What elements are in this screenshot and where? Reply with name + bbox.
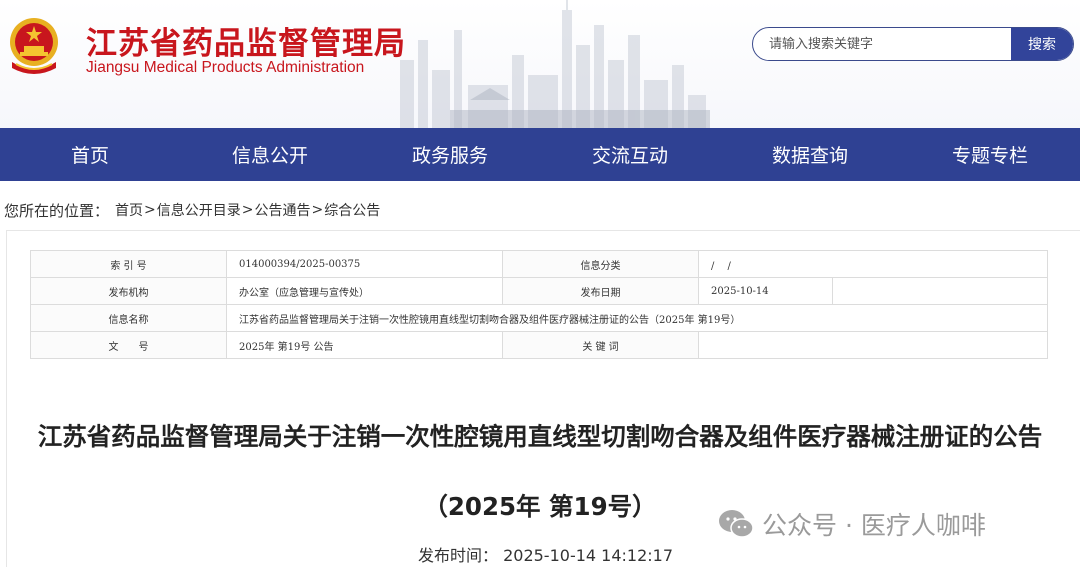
docno-label: 文 号 [30,331,227,359]
city-skyline-graphic [400,0,710,128]
wechat-icon [719,510,754,538]
keyword-value [697,331,1049,359]
search-button[interactable]: 搜索 [1011,28,1073,60]
breadcrumb-item-info-catalog[interactable]: 信息公开目录 [157,200,241,220]
breadcrumb-separator: > [144,202,156,218]
watermark-text: 公众号 · 医疗人咖啡 [762,511,986,540]
breadcrumb-item-general-notices[interactable]: 综合公告 [324,200,380,220]
table-row: 信息名称 江苏省药品监督管理局关于注销一次性腔镜用直线型切割吻合器及组件医疗器械… [30,304,1049,332]
site-title-english: Jiangsu Medical Products Administration [86,59,365,76]
table-row: 文 号 2025年 第19号 公告 关 键 词 [30,331,1049,359]
breadcrumb-item-announcements[interactable]: 公告通告 [254,200,310,220]
publisher-label: 发布机构 [30,277,227,305]
site-header: 江苏省药品监督管理局 Jiangsu Medical Products Admi… [0,0,1080,128]
nav-item-data-query[interactable]: 数据查询 [720,128,900,181]
table-row: 索 引 号 014000394/2025-00375 信息分类 / / [30,250,1049,278]
search-input[interactable] [753,28,1011,60]
breadcrumb-separator: > [311,202,324,218]
document-metadata-table: 索 引 号 014000394/2025-00375 信息分类 / / 发布机构… [30,250,1049,359]
keyword-label: 关 键 词 [502,331,699,359]
publish-time: 发布时间： 2025-10-14 14:12:17 [418,546,674,565]
category-label: 信息分类 [502,250,699,278]
site-title-chinese: 江苏省药品监督管理局 [86,26,406,62]
docno-value: 2025年 第19号 公告 [226,331,503,359]
article-title: 江苏省药品监督管理局关于注销一次性腔镜用直线型切割吻合器及组件医疗器械注册证的公… [37,422,1043,451]
empty-cell [831,277,1049,305]
main-nav: 首页 信息公开 政务服务 交流互动 数据查询 专题专栏 [0,128,1080,181]
nav-item-home[interactable]: 首页 [0,128,180,181]
nav-item-info-disclosure[interactable]: 信息公开 [180,128,360,181]
nav-item-interaction[interactable]: 交流互动 [540,128,720,181]
search-box: 搜索 [752,27,1074,61]
nav-item-government-services[interactable]: 政务服务 [360,128,540,181]
breadcrumb-separator: > [241,202,254,218]
watermark: 公众号 · 医疗人咖啡 [718,506,986,542]
table-row: 发布机构 办公室（应急管理与宣传处） 发布日期 2025-10-14 [30,277,1049,305]
category-value: / / [697,250,1049,278]
nav-item-special-topics[interactable]: 专题专栏 [900,128,1080,181]
date-label: 发布日期 [502,277,699,305]
name-value: 江苏省药品监督管理局关于注销一次性腔镜用直线型切割吻合器及组件医疗器械注册证的公… [225,304,1049,332]
name-label: 信息名称 [30,304,227,332]
index-label: 索 引 号 [30,250,227,278]
index-value: 014000394/2025-00375 [226,250,503,278]
date-value: 2025-10-14 [698,277,833,305]
national-emblem-icon [10,18,58,74]
breadcrumb-label: 您所在的位置： [4,201,110,220]
breadcrumb: 您所在的位置： 首页 > 信息公开目录 > 公告通告 > 综合公告 [4,199,380,221]
breadcrumb-item-home[interactable]: 首页 [115,200,143,220]
publisher-value: 办公室（应急管理与宣传处） [226,277,503,305]
